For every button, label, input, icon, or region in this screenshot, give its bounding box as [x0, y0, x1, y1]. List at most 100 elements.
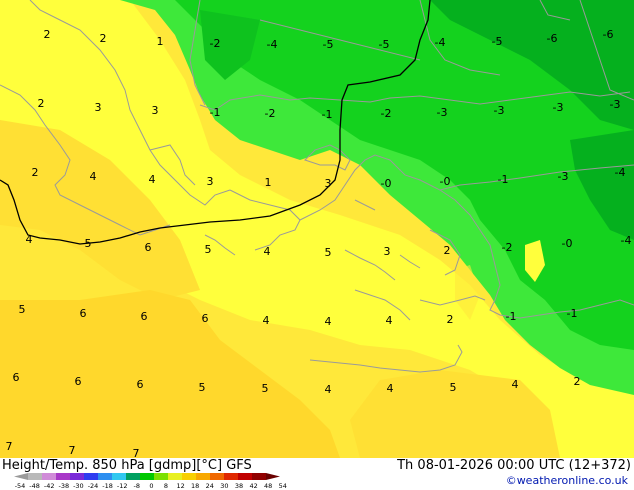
temperature-label: 2	[32, 166, 39, 179]
temperature-label: 1	[157, 35, 164, 48]
footer-bar: Height/Temp. 850 hPa [gdmp][°C] GFS Th 0…	[0, 458, 634, 490]
colorbar-arrow-right	[266, 473, 280, 480]
colorbar-segment	[140, 473, 154, 480]
colorbar-segment	[42, 473, 56, 480]
temperature-label: 5	[450, 381, 457, 394]
temperature-label: 6	[141, 310, 148, 323]
temperature-label: -1	[498, 173, 509, 186]
colorbar-segment	[70, 473, 84, 480]
colorbar-tick-label: 38	[235, 482, 243, 489]
temperature-label: 4	[149, 173, 156, 186]
colorbar-segment	[210, 473, 224, 480]
temperature-label: 2	[447, 313, 454, 326]
temperature-label: 4	[264, 245, 271, 258]
temperature-label: -4	[267, 38, 278, 51]
colorbar-tick-label: 12	[176, 482, 184, 489]
temperature-label: 6	[13, 371, 20, 384]
temperature-label: 2	[444, 244, 451, 257]
colorbar-tick-label: 8	[164, 482, 168, 489]
temperature-label: 4	[512, 378, 519, 391]
colorbar-tick-label: -54	[15, 482, 26, 489]
temperature-label: -1	[567, 307, 578, 320]
temperature-label: 3	[325, 177, 332, 190]
temperature-label: -0	[381, 177, 392, 190]
colorbar-tick-label: 24	[206, 482, 214, 489]
temperature-label: 3	[384, 245, 391, 258]
temperature-label: 6	[137, 378, 144, 391]
temperature-label: -5	[379, 38, 390, 51]
temperature-label: 4	[325, 383, 332, 396]
colorbar-tick-label: -42	[44, 482, 55, 489]
credit-link[interactable]: ©weatheronline.co.uk	[506, 474, 628, 487]
temperature-label: -2	[381, 107, 392, 120]
colorbar-arrow-left	[14, 473, 28, 480]
colorbar-segment	[168, 473, 182, 480]
temperature-label: 6	[202, 312, 209, 325]
temperature-label: -2	[265, 107, 276, 120]
colorbar-tick-label: -8	[134, 482, 140, 489]
colorbar-tick-label: 54	[279, 482, 287, 489]
temperature-label: 7	[6, 440, 13, 453]
temperature-label: 6	[75, 375, 82, 388]
temperature-label: 3	[207, 175, 214, 188]
colorbar-segment	[84, 473, 98, 480]
temperature-label: 4	[387, 382, 394, 395]
temperature-label: 5	[325, 246, 332, 259]
temperature-label: 5	[19, 303, 26, 316]
temperature-label: 7	[133, 447, 140, 458]
colorbar-tick-label: -48	[29, 482, 40, 489]
colorbar-segment	[252, 473, 266, 480]
temperature-label: 3	[95, 101, 102, 114]
temperature-label: -5	[492, 35, 503, 48]
temperature-label: -1	[210, 106, 221, 119]
colorbar-tick-label: -12	[117, 482, 128, 489]
colorbar-segment	[28, 473, 42, 480]
temperature-label: 2	[44, 28, 51, 41]
colorbar-segment	[154, 473, 168, 480]
temperature-label: 3	[152, 104, 159, 117]
temperature-label: 4	[325, 315, 332, 328]
colorbar-tick-label: -30	[73, 482, 84, 489]
temperature-label: -1	[506, 310, 517, 323]
colorbar-tick-label: -18	[102, 482, 113, 489]
colorbar: -54 -48 -42 -38 -30 -24 -18 -12 -8 0 8 12 18 24 30 38 42…	[14, 473, 287, 489]
temperature-label: 4	[26, 233, 33, 246]
temperature-label: -3	[610, 98, 621, 111]
colorbar-tick-label: 0	[149, 482, 153, 489]
temperature-label: 5	[262, 382, 269, 395]
colorbar-tick-label: -24	[88, 482, 99, 489]
temperature-label: -0	[562, 237, 573, 250]
temperature-label: -6	[603, 28, 614, 41]
temperature-label: -2	[502, 241, 513, 254]
temperature-label: -3	[553, 101, 564, 114]
weather-map: 2 2 1 -2 -4 -5 -5 -4 -5 -6 -6 2 3 3 -1 -2 -1 -2 -3 -3 -3 -3 2 4…	[0, 0, 634, 458]
colorbar-tick-label: 18	[191, 482, 199, 489]
colorbar-segment	[98, 473, 112, 480]
temperature-label: -6	[547, 32, 558, 45]
temperature-label: -1	[322, 108, 333, 121]
temperature-label: 5	[85, 237, 92, 250]
colorbar-segment	[56, 473, 70, 480]
temperature-label: -3	[437, 106, 448, 119]
colorbar-tick-label: 42	[249, 482, 257, 489]
temperature-label: -2	[210, 37, 221, 50]
colorbar-tick-label: -38	[58, 482, 69, 489]
temperature-label: -5	[323, 38, 334, 51]
temperature-label: 6	[80, 307, 87, 320]
temperature-label: 4	[263, 314, 270, 327]
temperature-label: -3	[558, 170, 569, 183]
temperature-label: -0	[440, 175, 451, 188]
temperature-label: 1	[265, 176, 272, 189]
colorbar-segment	[182, 473, 196, 480]
colorbar-segment	[238, 473, 252, 480]
temperature-label: 5	[205, 243, 212, 256]
temperature-label: 6	[145, 241, 152, 254]
temperature-label: 2	[38, 97, 45, 110]
temperature-label: 2	[100, 32, 107, 45]
temperature-label: 7	[69, 444, 76, 457]
temperature-label: 4	[90, 170, 97, 183]
temperature-label: -3	[494, 104, 505, 117]
map-canvas: 2 2 1 -2 -4 -5 -5 -4 -5 -6 -6 2 3 3 -1 -2 -1 -2 -3 -3 -3 -3 2 4…	[0, 0, 634, 458]
colorbar-segment	[196, 473, 210, 480]
colorbar-segment	[112, 473, 126, 480]
